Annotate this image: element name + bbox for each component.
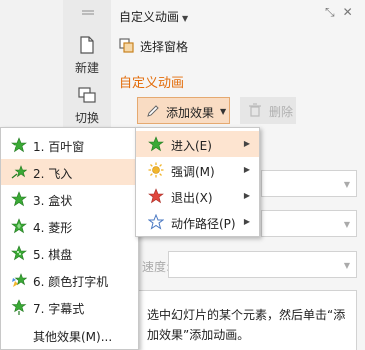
dropdown-arrow-icon: ▼: [343, 261, 350, 270]
chevron-down-icon: ▼: [182, 14, 189, 23]
toolbar-grip[interactable]: [82, 13, 94, 15]
typewriter-star-icon: [12, 273, 27, 287]
section-title: 自定义动画: [119, 76, 185, 91]
blinds-star-icon: [11, 137, 27, 153]
switch-label: 切换: [74, 111, 99, 125]
chevron-right-icon: ▶: [243, 139, 250, 148]
chevron-right-icon: ▶: [243, 191, 250, 200]
add-effect-menu: 1. 百叶窗 2. 飞入 3. 盒状 4. 菱形 5. 棋盘 6. 颜色打字机 …: [0, 127, 139, 350]
menu-item-box[interactable]: 3. 盒状: [1, 186, 138, 212]
switch-button[interactable]: 切换: [64, 86, 110, 126]
submenu-item-label: 进入(E): [171, 139, 212, 153]
trash-icon: [249, 103, 261, 117]
submenu-item-label: 动作路径(P): [171, 217, 236, 231]
menu-item-label: 1. 百叶窗: [33, 140, 85, 154]
chevron-right-icon: ▶: [243, 217, 250, 226]
dropdown-arrow-icon: ▼: [343, 180, 350, 189]
delete-button[interactable]: 删除: [240, 97, 296, 124]
property-select[interactable]: ▼: [261, 210, 357, 237]
menu-item-credits[interactable]: 7. 字幕式: [1, 294, 138, 320]
effect-category-menu: 进入(E) ▶ 强调(M) ▶ 退出(X) ▶ 动作路径(P) ▶: [135, 127, 260, 237]
menu-item-label: 7. 字幕式: [33, 302, 85, 316]
new-button[interactable]: 新建: [64, 36, 110, 76]
exit-star-icon: [148, 188, 164, 204]
diamond-star-icon: [11, 218, 27, 234]
entrance-star-icon: [148, 136, 164, 152]
hint-text: 选中幻灯片的某个元素，然后单击“添加效果”添加动画。: [147, 308, 346, 342]
add-effect-button[interactable]: 添加效果 ▼: [137, 97, 230, 124]
menu-item-diamond[interactable]: 4. 菱形: [1, 213, 138, 239]
menu-item-color-typewriter[interactable]: 6. 颜色打字机: [1, 267, 138, 293]
chevron-right-icon: ▶: [243, 165, 250, 174]
selection-pane-button[interactable]: 选择窗格: [119, 38, 188, 55]
menu-item-fly-in[interactable]: 2. 飞入: [1, 159, 138, 185]
submenu-item-exit[interactable]: 退出(X) ▶: [136, 183, 259, 209]
new-page-icon: [80, 36, 94, 54]
submenu-item-motion-path[interactable]: 动作路径(P) ▶: [136, 209, 259, 235]
emphasis-sun-icon: [148, 162, 164, 178]
start-select[interactable]: ▼: [261, 170, 357, 197]
credits-star-icon: [11, 299, 27, 315]
restore-icon[interactable]: ⤡: [325, 5, 343, 19]
menu-item-checkerboard[interactable]: 5. 棋盘: [1, 240, 138, 266]
new-label: 新建: [74, 61, 99, 75]
menu-item-label: 3. 盒状: [33, 194, 73, 208]
box-star-icon: [11, 191, 27, 207]
hint-box: 选中幻灯片的某个元素，然后单击“添加效果”添加动画。: [136, 290, 357, 350]
submenu-item-entrance[interactable]: 进入(E) ▶: [136, 131, 259, 157]
add-effect-label: 添加效果: [166, 106, 215, 120]
checkerboard-star-icon: [11, 245, 27, 261]
dropdown-arrow-icon: ▼: [220, 107, 227, 116]
delete-label: 删除: [269, 105, 294, 119]
pencil-icon: [147, 105, 159, 117]
submenu-item-label: 强调(M): [171, 165, 215, 179]
fly-in-star-icon: [11, 165, 27, 179]
pane-title[interactable]: 自定义动画 ▼: [119, 8, 188, 25]
menu-item-label: 6. 颜色打字机: [33, 275, 109, 289]
pane-window-controls: ⤡✕: [325, 5, 361, 20]
switch-window-icon: [78, 87, 96, 103]
selection-pane-icon: [119, 38, 134, 53]
menu-item-label: 4. 菱形: [33, 221, 73, 235]
submenu-item-label: 退出(X): [171, 191, 213, 205]
menu-item-blinds[interactable]: 1. 百叶窗: [1, 132, 138, 158]
selection-pane-label: 选择窗格: [140, 40, 189, 54]
speed-label: 速度:: [142, 260, 171, 274]
submenu-item-emphasis[interactable]: 强调(M) ▶: [136, 157, 259, 183]
dropdown-arrow-icon: ▼: [343, 220, 350, 229]
menu-item-label: 5. 棋盘: [33, 248, 73, 262]
menu-item-label: 2. 飞入: [33, 167, 73, 181]
close-icon[interactable]: ✕: [343, 5, 361, 19]
menu-item-label: 其他效果(M)...: [33, 330, 113, 344]
menu-item-more-effects[interactable]: 其他效果(M)...: [1, 322, 138, 348]
motion-path-star-icon: [148, 214, 164, 230]
speed-select[interactable]: ▼: [168, 251, 357, 278]
pane-title-text: 自定义动画: [119, 10, 180, 24]
